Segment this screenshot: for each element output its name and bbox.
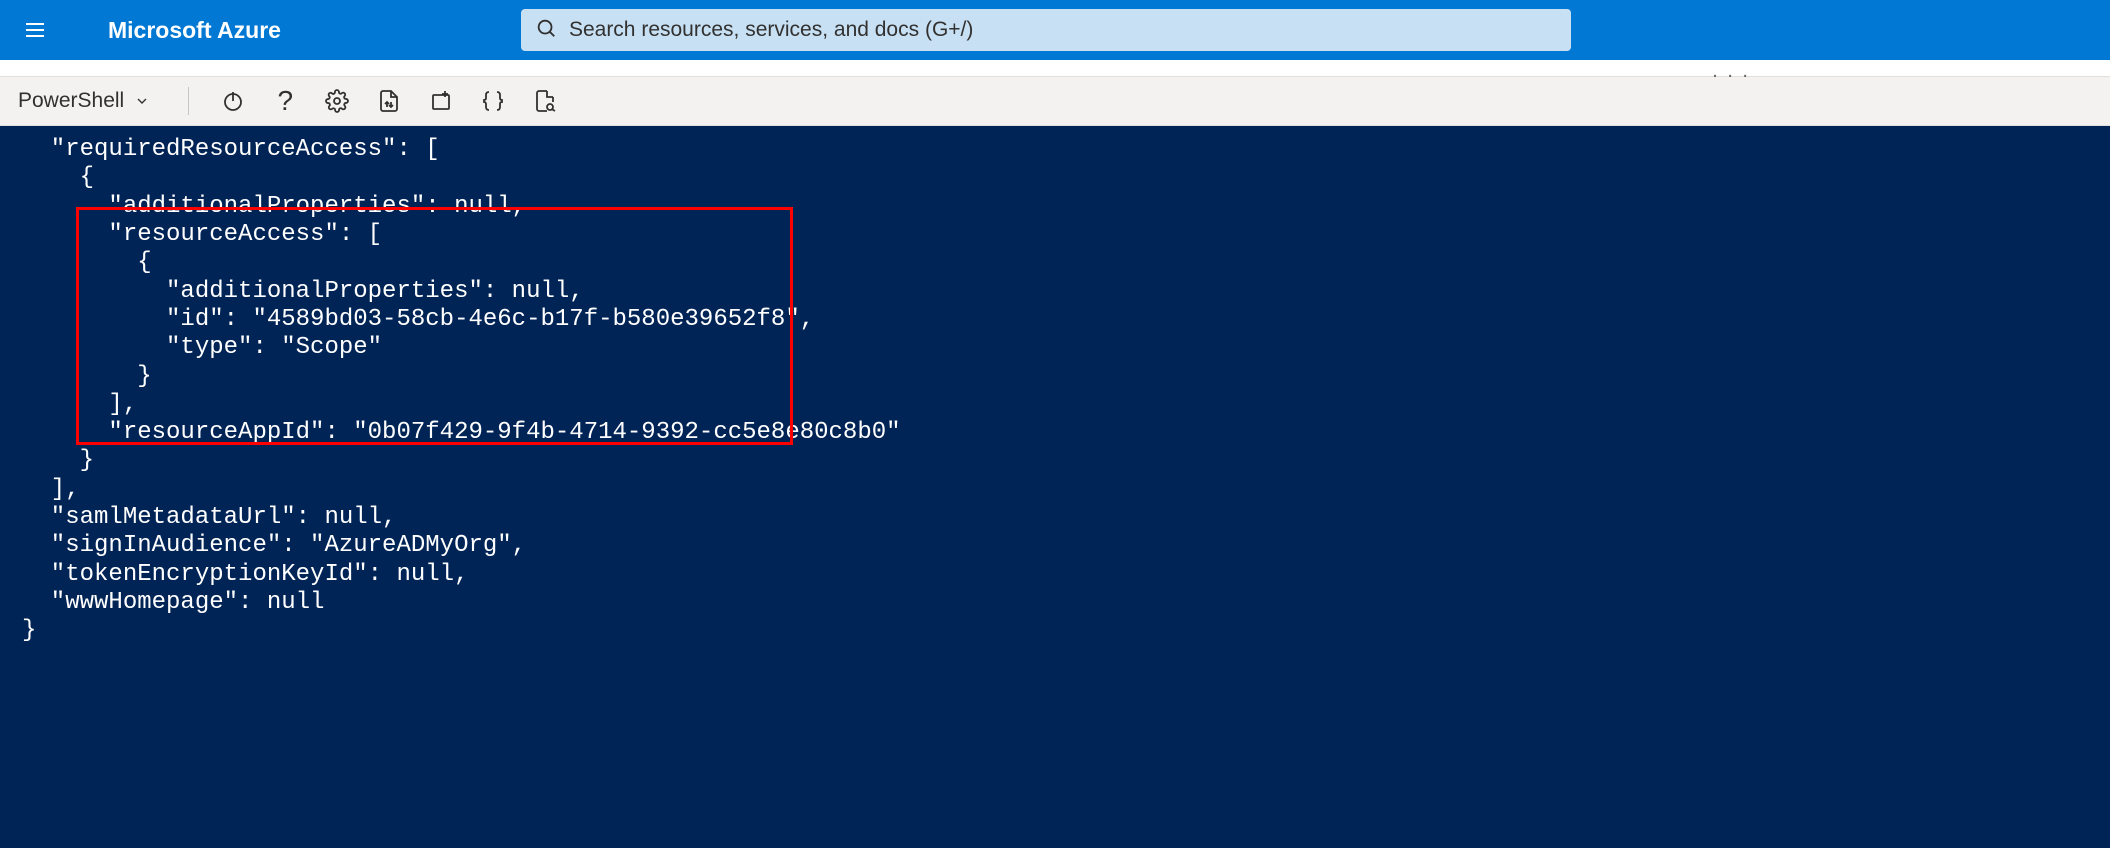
braces-icon — [481, 89, 505, 113]
gear-icon — [325, 89, 349, 113]
file-preview-icon — [533, 89, 557, 113]
shell-selector-label: PowerShell — [18, 89, 124, 113]
new-session-button[interactable] — [421, 81, 461, 121]
highlight-box — [76, 207, 793, 445]
shell-selector[interactable]: PowerShell — [18, 89, 170, 113]
preview-button[interactable] — [525, 81, 565, 121]
upload-download-button[interactable] — [369, 81, 409, 121]
settings-button[interactable] — [317, 81, 357, 121]
terminal-output[interactable]: "requiredResourceAccess": [ { "additiona… — [0, 126, 2110, 848]
brand-title[interactable]: Microsoft Azure — [108, 17, 281, 44]
hamburger-menu-button[interactable] — [10, 5, 60, 55]
new-session-icon — [429, 89, 453, 113]
file-transfer-icon — [377, 89, 401, 113]
azure-topbar: Microsoft Azure — [0, 0, 2110, 60]
chevron-down-icon — [134, 93, 150, 109]
search-icon — [535, 17, 569, 44]
help-icon: ? — [277, 87, 293, 115]
help-button[interactable]: ? — [265, 81, 305, 121]
global-search[interactable] — [521, 9, 1571, 51]
toolbar-divider — [188, 87, 189, 115]
restart-button[interactable] — [213, 81, 253, 121]
cloudshell-toolbar: PowerShell ? — [0, 76, 2110, 126]
overflow-dots[interactable]: . . . — [1712, 62, 1750, 80]
search-input[interactable] — [569, 18, 1557, 42]
editor-button[interactable] — [473, 81, 513, 121]
